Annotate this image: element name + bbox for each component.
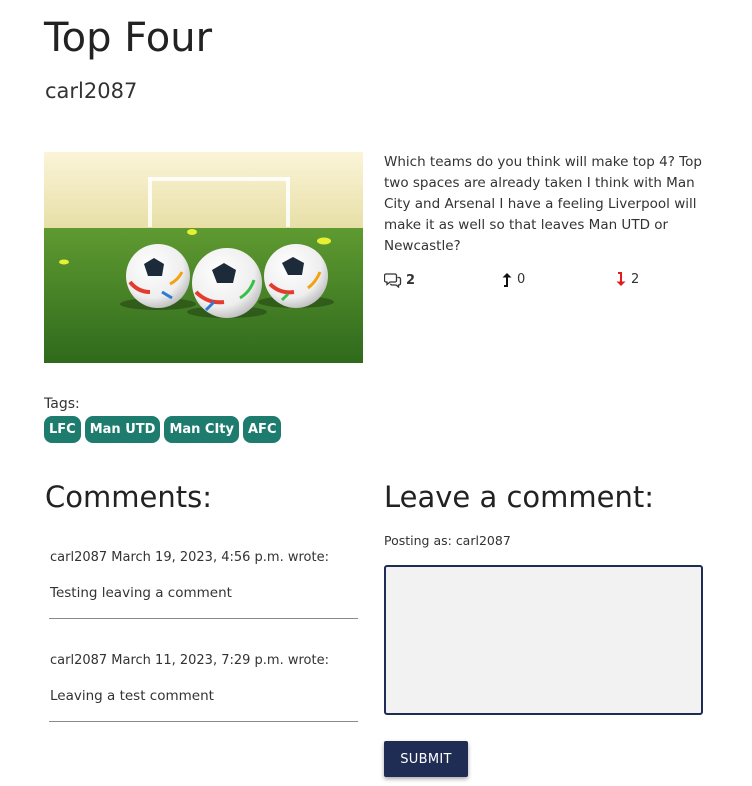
comments-icon bbox=[384, 272, 402, 288]
upvote-count: 0 bbox=[517, 272, 526, 287]
comment-item: carl2087 March 11, 2023, 7:29 p.m. wrote… bbox=[49, 649, 358, 722]
post-content: Which teams do you think will make top 4… bbox=[384, 154, 702, 254]
tag-man-utd[interactable]: Man UTD bbox=[84, 416, 161, 443]
tag-list: LFC Man UTD Man CIty AFC bbox=[44, 416, 282, 443]
comment-textarea[interactable] bbox=[384, 565, 703, 715]
tag-afc[interactable]: AFC bbox=[243, 416, 282, 443]
tag-man-city[interactable]: Man CIty bbox=[164, 416, 239, 443]
post-detail-page: Top Four carl2087 Which teams do you thi… bbox=[0, 0, 752, 786]
submit-button[interactable]: SUBMIT bbox=[384, 741, 468, 777]
downvote-count: 2 bbox=[631, 272, 640, 287]
comment-item: carl2087 March 19, 2023, 4:56 p.m. wrote… bbox=[49, 546, 358, 619]
post-image bbox=[44, 152, 363, 363]
downvote-button[interactable]: 2 bbox=[615, 272, 639, 287]
post-stats: 2 0 2 bbox=[384, 272, 704, 294]
comments-heading: Comments: bbox=[45, 480, 212, 514]
tags-label: Tags: bbox=[44, 396, 80, 412]
comment-meta: carl2087 March 11, 2023, 7:29 p.m. wrote… bbox=[50, 653, 329, 668]
arrow-down-icon bbox=[615, 272, 627, 287]
comment-meta: carl2087 March 19, 2023, 4:56 p.m. wrote… bbox=[50, 550, 329, 565]
post-title: Top Four bbox=[44, 15, 213, 61]
comment-body: Testing leaving a comment bbox=[50, 585, 232, 601]
upvote-button[interactable]: 0 bbox=[501, 272, 525, 287]
tag-lfc[interactable]: LFC bbox=[44, 416, 81, 443]
comment-body: Leaving a test comment bbox=[50, 688, 214, 704]
comment-count: 2 bbox=[384, 272, 415, 288]
leave-comment-heading: Leave a comment: bbox=[384, 480, 655, 514]
comment-count-value: 2 bbox=[406, 272, 416, 288]
arrow-up-icon bbox=[501, 272, 513, 287]
post-author: carl2087 bbox=[45, 79, 138, 103]
posting-as-label: Posting as: carl2087 bbox=[384, 533, 511, 548]
